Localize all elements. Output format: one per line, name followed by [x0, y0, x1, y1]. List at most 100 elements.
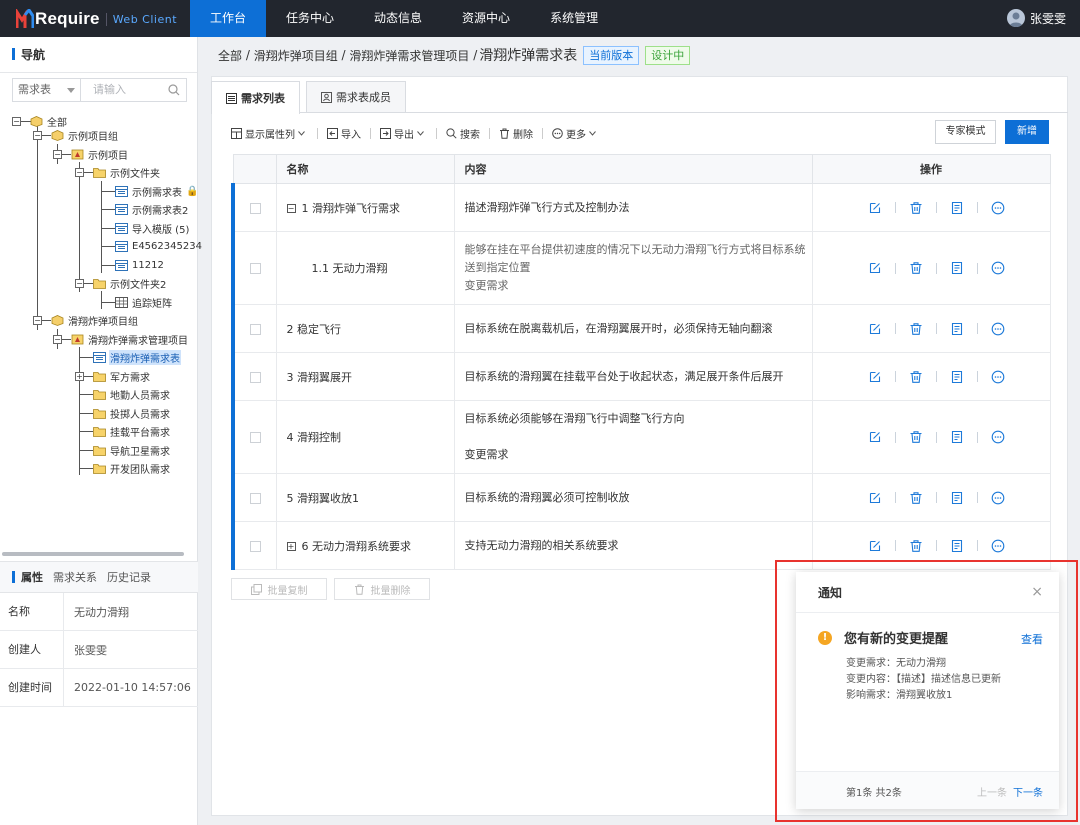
- trash-icon[interactable]: [909, 370, 923, 384]
- edit-icon[interactable]: [868, 430, 882, 444]
- table-row[interactable]: 4 滑翔控制 目标系统必须能够在滑翔飞行中调整飞行方向 变更需求: [231, 400, 1051, 474]
- edit-icon[interactable]: [868, 201, 882, 215]
- tree-node-group[interactable]: 示例项目组: [51, 127, 119, 144]
- table-row[interactable]: −1 滑翔炸弹飞行需求 描述滑翔炸弹飞行方式及控制办法: [231, 183, 1051, 232]
- table-row[interactable]: 3 滑翔翼展开 目标系统的滑翔翼在挂载平台处于收起状态，满足展开条件后展开: [231, 352, 1051, 401]
- trash-icon[interactable]: [909, 539, 923, 553]
- user-menu[interactable]: 张雯雯: [1006, 9, 1066, 27]
- tree-collapse-toggle[interactable]: −: [33, 131, 42, 140]
- search-button[interactable]: 搜索: [446, 126, 480, 141]
- row-checkbox[interactable]: [249, 432, 261, 443]
- document-icon[interactable]: [950, 539, 964, 553]
- nav-tab-resources[interactable]: 资源中心: [442, 0, 530, 37]
- row-checkbox[interactable]: [249, 263, 261, 274]
- tree-node-table-selected[interactable]: 滑翔炸弹需求表: [93, 349, 181, 366]
- tree-collapse-toggle[interactable]: −: [75, 168, 84, 177]
- search-type-select[interactable]: 需求表: [12, 78, 80, 102]
- document-icon[interactable]: [950, 430, 964, 444]
- expand-row-toggle[interactable]: +: [286, 542, 296, 551]
- table-row[interactable]: 5 滑翔翼收放1 目标系统的滑翔翼必须可控制收放: [231, 473, 1051, 522]
- tree-node-folder[interactable]: 开发团队需求: [93, 460, 171, 477]
- breadcrumb-item[interactable]: 全部: [218, 47, 242, 64]
- document-icon[interactable]: [950, 491, 964, 505]
- edit-icon[interactable]: [868, 539, 882, 553]
- add-button[interactable]: 新增: [1005, 120, 1049, 144]
- trash-icon[interactable]: [909, 201, 923, 215]
- delete-button[interactable]: 删除: [499, 126, 533, 141]
- row-checkbox[interactable]: [249, 202, 261, 214]
- tree-node-folder[interactable]: 导航卫星需求: [93, 442, 171, 459]
- trash-icon[interactable]: [909, 261, 923, 275]
- tree-expand-toggle[interactable]: +: [75, 372, 84, 381]
- more-icon[interactable]: [991, 201, 1005, 215]
- tree-node-matrix[interactable]: 追踪矩阵: [115, 294, 173, 311]
- tree-node-project[interactable]: 示例项目: [71, 146, 129, 163]
- breadcrumb-item[interactable]: 滑翔炸弹需求管理项目: [349, 47, 469, 64]
- tab-properties[interactable]: 属性: [21, 569, 43, 585]
- document-icon[interactable]: [950, 370, 964, 384]
- edit-icon[interactable]: [868, 261, 882, 275]
- tab-relations[interactable]: 需求关系: [53, 569, 97, 585]
- tree-node-table[interactable]: 11212: [115, 257, 165, 274]
- tree-node-folder[interactable]: 军方需求: [93, 368, 151, 385]
- bulk-delete-button[interactable]: 批量删除: [334, 578, 430, 600]
- more-icon[interactable]: [991, 370, 1005, 384]
- breadcrumb-item[interactable]: 滑翔炸弹项目组: [254, 47, 338, 64]
- row-checkbox[interactable]: [249, 492, 261, 504]
- nav-tab-workbench[interactable]: 工作台: [190, 0, 267, 37]
- tree-collapse-toggle[interactable]: −: [33, 316, 42, 325]
- table-row[interactable]: 2 稳定飞行 目标系统在脱离载机后，在滑翔翼展开时，必须保持无轴向翻滚: [231, 304, 1051, 353]
- view-link[interactable]: 查看: [1021, 631, 1043, 647]
- close-icon[interactable]: ×: [1031, 584, 1043, 600]
- tree-node-folder[interactable]: 示例文件夹2: [93, 275, 167, 292]
- trash-icon[interactable]: [909, 430, 923, 444]
- export-button[interactable]: 导出: [380, 126, 427, 141]
- tab-requirement-list[interactable]: 需求列表: [211, 81, 300, 114]
- next-link[interactable]: 下一条: [1013, 784, 1043, 799]
- more-icon[interactable]: [991, 261, 1005, 275]
- more-icon[interactable]: [991, 430, 1005, 444]
- tree-node-project[interactable]: 滑翔炸弹需求管理项目: [71, 331, 189, 348]
- bulk-copy-button[interactable]: 批量复制: [231, 578, 327, 600]
- document-icon[interactable]: [950, 322, 964, 336]
- search-input[interactable]: 请输入: [80, 78, 187, 102]
- nav-tab-system[interactable]: 系统管理: [530, 0, 618, 37]
- nav-tab-news[interactable]: 动态信息: [354, 0, 442, 37]
- table-row[interactable]: 1.1 无动力滑翔 能够在挂在平台提供初速度的情况下以无动力滑翔飞行方式将目标系…: [231, 231, 1051, 305]
- tree-collapse-toggle[interactable]: −: [75, 279, 84, 288]
- columns-button[interactable]: 显示属性列: [231, 126, 308, 141]
- collapse-row-toggle[interactable]: −: [286, 204, 296, 213]
- more-button[interactable]: 更多: [552, 126, 599, 141]
- more-icon[interactable]: [991, 322, 1005, 336]
- row-checkbox[interactable]: [249, 323, 261, 335]
- tree-node-table[interactable]: E4562345234: [115, 238, 203, 255]
- edit-icon[interactable]: [868, 491, 882, 505]
- tree-node-table[interactable]: 示例需求表2: [115, 201, 189, 218]
- document-icon[interactable]: [950, 261, 964, 275]
- previous-link[interactable]: 上一条: [977, 784, 1007, 799]
- more-icon[interactable]: [991, 491, 1005, 505]
- tree-node-table[interactable]: 导入模版 (5): [115, 220, 190, 237]
- tree-collapse-toggle[interactable]: −: [53, 335, 62, 344]
- tree-node-table[interactable]: 示例需求表 🔒: [115, 183, 198, 200]
- trash-icon[interactable]: [909, 491, 923, 505]
- tree-node-folder[interactable]: 投掷人员需求: [93, 405, 171, 422]
- tree-node-folder[interactable]: 示例文件夹: [93, 164, 161, 181]
- trash-icon[interactable]: [909, 322, 923, 336]
- edit-icon[interactable]: [868, 370, 882, 384]
- more-icon[interactable]: [991, 539, 1005, 553]
- tree-node-group[interactable]: 滑翔炸弹项目组: [51, 312, 139, 329]
- tree-node-folder[interactable]: 挂载平台需求: [93, 423, 171, 440]
- row-checkbox[interactable]: [249, 540, 261, 552]
- tab-members[interactable]: 需求表成员: [306, 81, 406, 112]
- expert-mode-button[interactable]: 专家模式: [935, 120, 996, 144]
- tree-collapse-toggle[interactable]: −: [12, 117, 21, 126]
- edit-icon[interactable]: [868, 322, 882, 336]
- tab-history[interactable]: 历史记录: [107, 569, 151, 585]
- import-button[interactable]: 导入: [327, 126, 361, 141]
- row-checkbox[interactable]: [249, 371, 261, 383]
- tree-horizontal-scrollbar[interactable]: [2, 552, 184, 556]
- tree-collapse-toggle[interactable]: −: [53, 150, 62, 159]
- tree-node-folder[interactable]: 地勤人员需求: [93, 386, 171, 403]
- document-icon[interactable]: [950, 201, 964, 215]
